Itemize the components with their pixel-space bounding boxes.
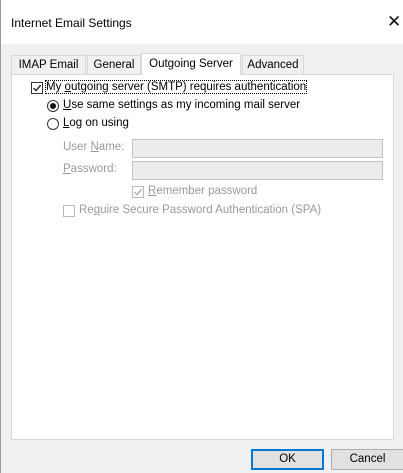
use-same-settings-row[interactable]: Use same settings as my incoming mail se… xyxy=(47,99,307,114)
use-same-settings-label: Use same settings as my incoming mail se… xyxy=(63,99,301,111)
smtp-auth-row[interactable]: My outgoing server (SMTP) requires authe… xyxy=(31,80,321,96)
remember-password-label: Remember password xyxy=(148,185,258,197)
log-on-using-radio[interactable] xyxy=(47,118,59,130)
user-name-input[interactable] xyxy=(132,139,383,158)
password-input[interactable] xyxy=(132,161,383,180)
cancel-button[interactable]: Cancel xyxy=(331,449,403,470)
spa-checkbox[interactable] xyxy=(63,205,75,217)
log-on-using-label: Log on using xyxy=(63,117,129,129)
spa-row[interactable]: Require Secure Password Authentication (… xyxy=(63,204,333,219)
outgoing-server-panel: My outgoing server (SMTP) requires authe… xyxy=(11,74,394,440)
user-name-label: User Name: xyxy=(63,141,125,153)
tab-advanced[interactable]: Advanced xyxy=(242,55,304,74)
use-same-settings-radio[interactable] xyxy=(47,100,59,112)
smtp-auth-checkbox[interactable] xyxy=(31,82,43,94)
checkmark-icon xyxy=(33,84,42,92)
close-icon[interactable]: ✕ xyxy=(387,10,403,34)
tab-general[interactable]: General xyxy=(87,55,141,74)
log-on-using-row[interactable]: Log on using xyxy=(47,117,167,132)
remember-password-row[interactable]: Remember password xyxy=(132,185,272,200)
smtp-auth-label: My outgoing server (SMTP) requires authe… xyxy=(44,80,308,94)
dialog-title: Internet Email Settings xyxy=(11,16,132,30)
checkmark-icon xyxy=(134,188,143,196)
internet-email-settings-dialog: Internet Email Settings ✕ IMAP Email Gen… xyxy=(0,0,403,473)
remember-password-checkbox[interactable] xyxy=(132,186,144,198)
ok-button[interactable]: OK xyxy=(251,449,324,470)
tab-outgoing-server[interactable]: Outgoing Server xyxy=(141,53,241,75)
radio-dot-icon xyxy=(50,103,56,109)
dialog-body: IMAP Email General Outgoing Server Advan… xyxy=(1,44,403,473)
password-label: Password: xyxy=(63,163,117,175)
tab-imap-email[interactable]: IMAP Email xyxy=(11,55,86,74)
title-bar: Internet Email Settings ✕ xyxy=(1,0,403,44)
spa-label: Require Secure Password Authentication (… xyxy=(79,204,322,216)
